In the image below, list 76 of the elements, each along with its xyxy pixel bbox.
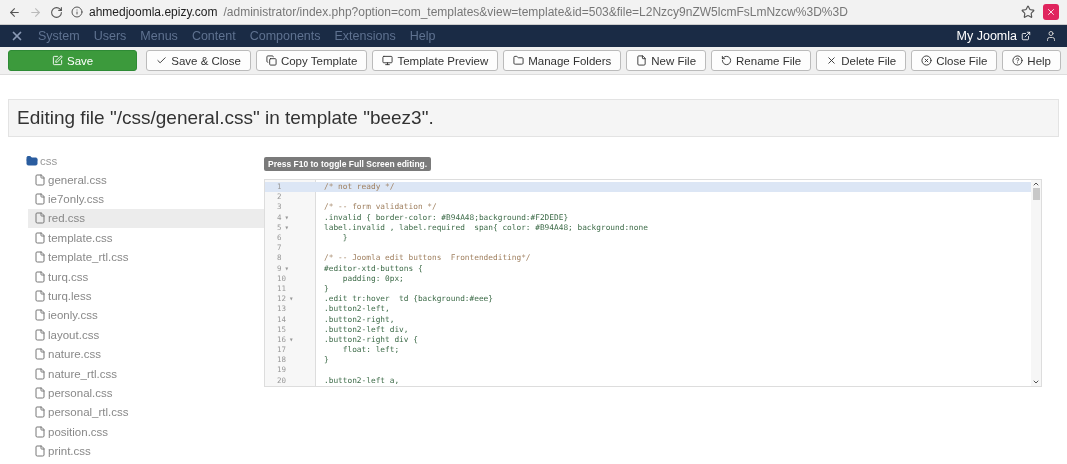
folder-name[interactable]: css: [40, 154, 58, 167]
scroll-down-icon[interactable]: [1032, 378, 1040, 386]
toolbar-button[interactable]: Close File: [911, 50, 998, 71]
menu-item[interactable]: Components: [249, 29, 321, 43]
menu-item[interactable]: Help: [409, 29, 436, 43]
file-icon: [34, 309, 46, 322]
file-icon: [34, 270, 46, 283]
file-item[interactable]: print.css: [28, 441, 264, 461]
file-item[interactable]: turq.less: [28, 286, 264, 306]
external-link-icon: [1021, 31, 1031, 41]
file-item[interactable]: personal.css: [28, 383, 264, 403]
toolbar-button[interactable]: Rename File: [711, 50, 812, 71]
file-item[interactable]: general.css: [28, 170, 264, 190]
file-icon: [34, 348, 46, 361]
toolbar-button[interactable]: Delete File: [816, 50, 907, 71]
file-item[interactable]: template_rtl.css: [28, 247, 264, 267]
file-icon: [34, 290, 46, 303]
copy-icon: [265, 55, 277, 66]
folder-icon: [513, 55, 525, 66]
file-icon: [34, 173, 46, 186]
file-icon: [34, 193, 46, 206]
url-path[interactable]: /administrator/index.php?option=com_templates&view=template&id=503&file=L2Nzcy9nZW5lcmFsLmNzcw%3D%3D: [223, 5, 848, 19]
help-icon: [1012, 55, 1024, 66]
edit-icon: [52, 55, 63, 66]
file-item[interactable]: turq.css: [28, 266, 264, 287]
file-item[interactable]: personal_rtl.css: [28, 402, 264, 423]
scroll-up-icon[interactable]: [1032, 180, 1040, 188]
site-link[interactable]: My Joomla: [956, 29, 1031, 43]
close-icon: [921, 55, 933, 66]
file-icon: [34, 212, 46, 225]
file-icon: [34, 387, 46, 399]
menu-item[interactable]: Content: [191, 29, 236, 43]
toolbar-button[interactable]: Save: [8, 50, 138, 71]
file-icon: [34, 367, 46, 380]
toolbar-button[interactable]: Save & Close: [146, 50, 251, 71]
file-icon: [34, 425, 46, 438]
file-icon: [34, 328, 46, 341]
menu-item[interactable]: Menus: [140, 29, 178, 43]
user-icon[interactable]: [1045, 30, 1057, 42]
file-item[interactable]: template.css: [28, 228, 264, 248]
menu-item[interactable]: Extensions: [334, 29, 396, 43]
fullscreen-hint: Press F10 to toggle Full Screen editing.: [264, 157, 432, 171]
file-icon: [636, 55, 648, 66]
logo-icon[interactable]: [10, 29, 24, 43]
info-icon[interactable]: [71, 6, 83, 18]
file-item[interactable]: ieonly.css: [28, 305, 264, 326]
file-icon: [34, 231, 46, 244]
toolbar-button[interactable]: Manage Folders: [503, 50, 622, 71]
file-item[interactable]: nature_rtl.css: [28, 363, 264, 384]
file-item[interactable]: ie7only.css: [28, 189, 264, 209]
file-item[interactable]: red.css: [28, 208, 264, 229]
file-item[interactable]: layout.css: [28, 325, 264, 345]
file-icon: [34, 251, 46, 264]
check-icon: [156, 55, 168, 66]
menu-item[interactable]: System: [38, 29, 80, 43]
toolbar-button[interactable]: Template Preview: [372, 50, 499, 71]
bookmark-star-icon[interactable]: [1021, 5, 1035, 19]
toolbar-button[interactable]: New File: [626, 50, 707, 71]
x-icon: [826, 55, 838, 66]
url-host[interactable]: ahmedjoomla.epizy.com: [89, 5, 218, 19]
monitor-icon: [382, 55, 394, 66]
reload-icon[interactable]: [50, 5, 63, 19]
extension-icon[interactable]: [1043, 4, 1059, 20]
toolbar-button[interactable]: Copy Template: [255, 50, 368, 71]
page-title: Editing file "/css/general.css" in template "beez3".: [17, 107, 434, 129]
folder-icon: [26, 154, 38, 167]
file-item[interactable]: nature.css: [28, 344, 264, 364]
toolbar-button[interactable]: Help: [1002, 50, 1061, 71]
menu-item[interactable]: Users: [93, 29, 127, 43]
file-item[interactable]: position.css: [28, 422, 264, 442]
file-icon: [34, 406, 46, 419]
file-icon: [34, 445, 46, 458]
scroll-thumb[interactable]: [1032, 188, 1040, 200]
rotate-icon: [721, 55, 733, 66]
back-icon[interactable]: [8, 5, 21, 19]
scrollbar[interactable]: [1031, 180, 1041, 386]
